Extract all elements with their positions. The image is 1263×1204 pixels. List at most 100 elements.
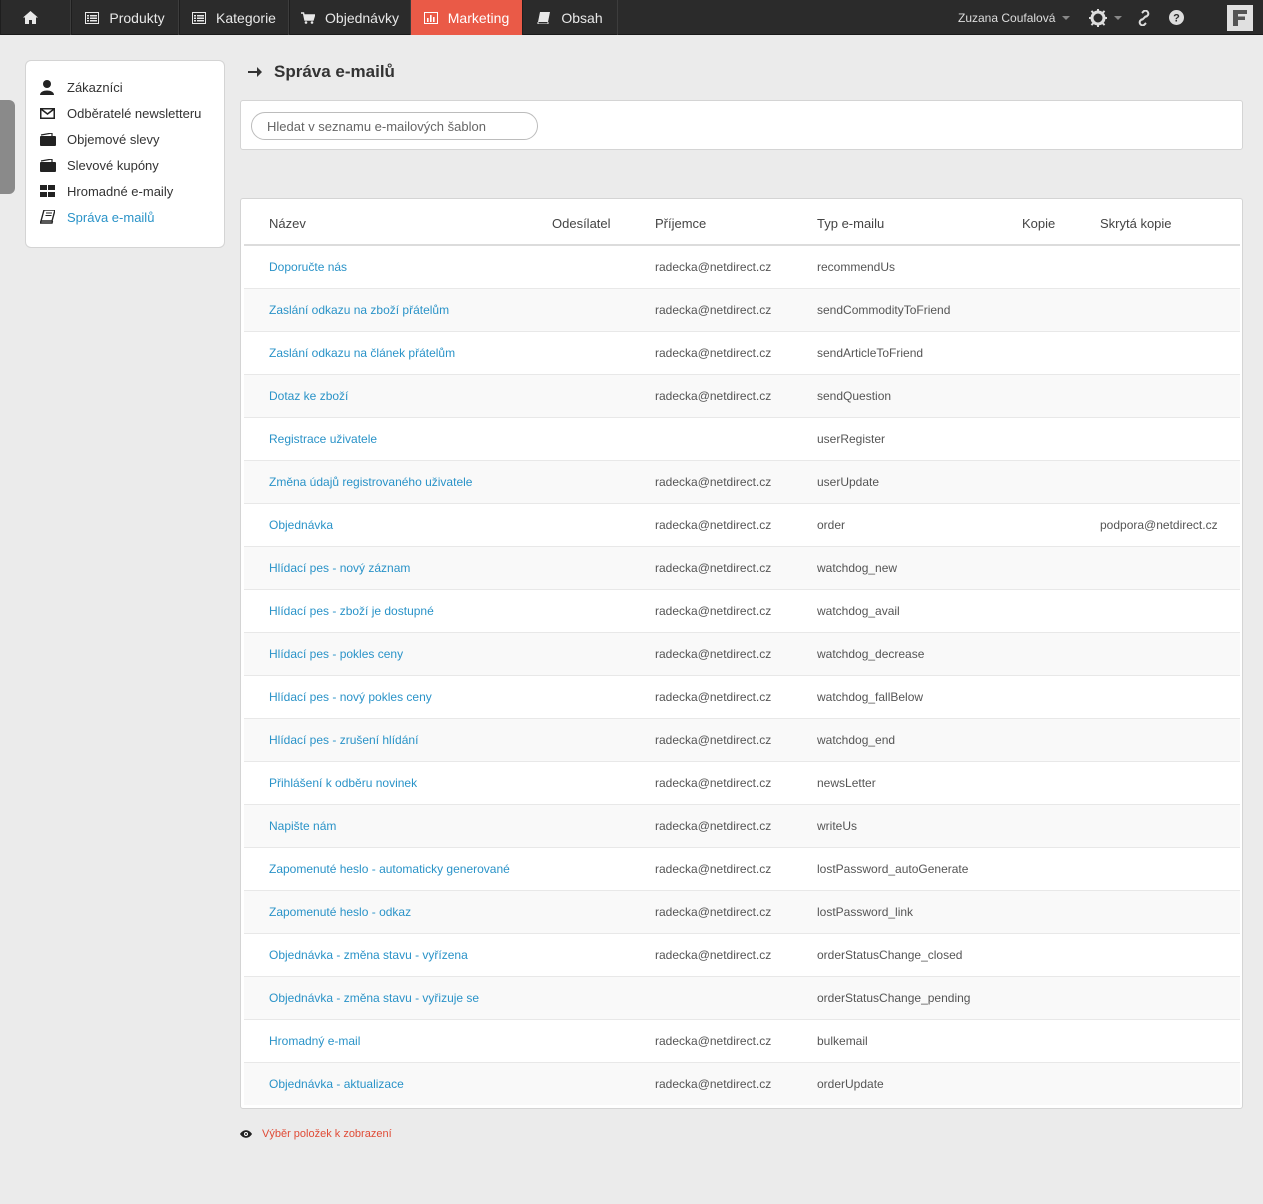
email-templates-table-panel: Název Odesílatel Příjemce Typ e-mailu Ko… [240, 198, 1243, 1109]
table-row[interactable]: Objednávka radecka@netdirect.cz order podpo… [244, 502, 1240, 546]
column-header-sender[interactable]: Odesílatel [552, 202, 655, 246]
email-type-cell: orderStatusChange_pending [817, 975, 1022, 1019]
email-name-link[interactable]: Zaslání odkazu na zboží přátelům [244, 287, 552, 331]
column-header-type[interactable]: Typ e-mailu [817, 202, 1022, 246]
email-name-link[interactable]: Dotaz ke zboží [244, 373, 552, 417]
column-selection-link[interactable]: Výběr položek k zobrazení [240, 1127, 392, 1141]
app-logo[interactable] [1227, 5, 1253, 31]
recipient-cell: radecka@netdirect.cz [655, 330, 817, 374]
bcc-cell [1100, 889, 1240, 933]
email-name-link[interactable]: Zapomenuté heslo - odkaz [244, 889, 552, 933]
email-name-link[interactable]: Přihlášení k odběru novinek [244, 760, 552, 804]
email-name-link[interactable]: Zaslání odkazu na článek přátelům [244, 330, 552, 374]
sender-cell [552, 631, 655, 675]
sidebar-item-zakaznici[interactable]: Zákazníci [26, 74, 224, 100]
table-row[interactable]: Hlídací pes - nový pokles ceny radecka@ne… [244, 674, 1240, 718]
table-row[interactable]: Doporučte nás radecka@netdirect.cz recomme… [244, 244, 1240, 288]
column-header-recipient[interactable]: Příjemce [655, 202, 817, 246]
email-type-cell: userRegister [817, 416, 1022, 460]
email-name-link[interactable]: Hlídací pes - pokles ceny [244, 631, 552, 675]
copy-cell [1022, 502, 1100, 546]
nav-home[interactable] [0, 0, 71, 35]
email-type-cell: recommendUs [817, 244, 1022, 288]
sender-cell [552, 588, 655, 632]
sender-cell [552, 416, 655, 460]
sidebar-item-label: Hromadné e-maily [67, 183, 174, 199]
sidebar-toggle-handle[interactable] [0, 100, 15, 194]
email-name-link[interactable]: Objednávka - změna stavu - vyřizuje se [244, 975, 552, 1019]
nav-obsah[interactable]: Obsah [522, 0, 618, 35]
email-name-link[interactable]: Registrace uživatele [244, 416, 552, 460]
bcc-cell [1100, 416, 1240, 460]
email-name-link[interactable]: Zapomenuté heslo - automaticky generovan… [244, 846, 552, 890]
email-name-link[interactable]: Změna údajů registrovaného uživatele [244, 459, 552, 503]
search-input[interactable] [251, 112, 538, 140]
table-row[interactable]: Zapomenuté heslo - automaticky generovan… [244, 846, 1240, 890]
table-row[interactable]: Hlídací pes - nový záznam radecka@netdire… [244, 545, 1240, 589]
bcc-cell [1100, 975, 1240, 1019]
bcc-cell [1100, 330, 1240, 374]
user-menu[interactable]: Zuzana Coufalová [958, 0, 1071, 35]
email-name-link[interactable]: Doporučte nás [244, 244, 552, 288]
bcc-cell: podpora@netdirect.cz [1100, 502, 1240, 546]
nav-objednavky-label: Objednávky [325, 9, 399, 26]
table-row[interactable]: Hlídací pes - pokles ceny radecka@netdire… [244, 631, 1240, 675]
user-name: Zuzana Coufalová [958, 10, 1056, 25]
sender-cell [552, 244, 655, 288]
sender-cell [552, 975, 655, 1019]
email-type-cell: writeUs [817, 803, 1022, 847]
table-row[interactable]: Hlídací pes - zboží je dostupné radecka@n… [244, 588, 1240, 632]
email-name-link[interactable]: Hlídací pes - zboží je dostupné [244, 588, 552, 632]
sidebar-item-odberatele[interactable]: Odběratelé newsletteru [26, 100, 224, 126]
table-row[interactable]: Hlídací pes - zrušení hlídání radecka@net… [244, 717, 1240, 761]
sidebar-item-hromadne-emaily[interactable]: Hromadné e-maily [26, 178, 224, 204]
nav-marketing[interactable]: Marketing [411, 0, 522, 35]
email-name-link[interactable]: Hlídací pes - nový záznam [244, 545, 552, 589]
email-name-link[interactable]: Objednávka - změna stavu - vyřízena [244, 932, 552, 976]
bcc-cell [1100, 760, 1240, 804]
copy-cell [1022, 760, 1100, 804]
settings-menu[interactable] [1089, 0, 1122, 35]
email-name-link[interactable]: Hlídací pes - zrušení hlídání [244, 717, 552, 761]
email-type-cell: watchdog_end [817, 717, 1022, 761]
bar-chart-icon [423, 11, 438, 24]
table-row[interactable]: Přihlášení k odběru novinek radecka@netdi… [244, 760, 1240, 804]
email-type-cell: newsLetter [817, 760, 1022, 804]
table-row[interactable]: Zaslání odkazu na článek přátelům radecka… [244, 330, 1240, 374]
recipient-cell: radecka@netdirect.cz [655, 373, 817, 417]
table-row[interactable]: Změna údajů registrovaného uživatele rade… [244, 459, 1240, 503]
copy-cell [1022, 932, 1100, 976]
list-icon [85, 11, 100, 24]
link-button[interactable] [1136, 0, 1152, 35]
email-name-link[interactable]: Hlídací pes - nový pokles ceny [244, 674, 552, 718]
email-name-link[interactable]: Hromadný e-mail [244, 1018, 552, 1062]
sidebar-item-slevove-kupony[interactable]: Slevové kupóny [26, 152, 224, 178]
sidebar-item-objemove-slevy[interactable]: Objemové slevy [26, 126, 224, 152]
email-type-cell: sendArticleToFriend [817, 330, 1022, 374]
copy-cell [1022, 588, 1100, 632]
column-header-bcc[interactable]: Skrytá kopie [1100, 202, 1240, 246]
table-row[interactable]: Objednávka - změna stavu - vyřízena radec… [244, 932, 1240, 976]
nav-objednavky[interactable]: Objednávky [289, 0, 411, 35]
email-name-link[interactable]: Objednávka - aktualizace [244, 1061, 552, 1105]
table-row[interactable]: Dotaz ke zboží radecka@netdirect.cz sendQu… [244, 373, 1240, 417]
table-row[interactable]: Hromadný e-mail radecka@netdirect.cz bulke… [244, 1018, 1240, 1062]
nav-produkty[interactable]: Produkty [71, 0, 179, 35]
email-name-link[interactable]: Objednávka [244, 502, 552, 546]
copy-cell [1022, 674, 1100, 718]
table-row[interactable]: Zapomenuté heslo - odkaz radecka@netdirec… [244, 889, 1240, 933]
copy-cell [1022, 631, 1100, 675]
nav-kategorie[interactable]: Kategorie [179, 0, 289, 35]
sidebar-item-sprava-emailu[interactable]: Správa e-mailů [26, 204, 224, 230]
help-button[interactable]: ? [1169, 0, 1184, 35]
column-header-copy[interactable]: Kopie [1022, 202, 1100, 246]
table-row[interactable]: Registrace uživatele userRegister [244, 416, 1240, 460]
table-row[interactable]: Napište nám radecka@netdirect.cz writeUs [244, 803, 1240, 847]
table-row[interactable]: Zaslání odkazu na zboží přátelům radecka@… [244, 287, 1240, 331]
column-header-name[interactable]: Název [244, 202, 552, 246]
email-name-link[interactable]: Napište nám [244, 803, 552, 847]
page-title: Správa e-mailů [248, 60, 395, 84]
sender-cell [552, 373, 655, 417]
table-row[interactable]: Objednávka - aktualizace radecka@netdirec… [244, 1061, 1240, 1105]
table-row[interactable]: Objednávka - změna stavu - vyřizuje se or… [244, 975, 1240, 1019]
